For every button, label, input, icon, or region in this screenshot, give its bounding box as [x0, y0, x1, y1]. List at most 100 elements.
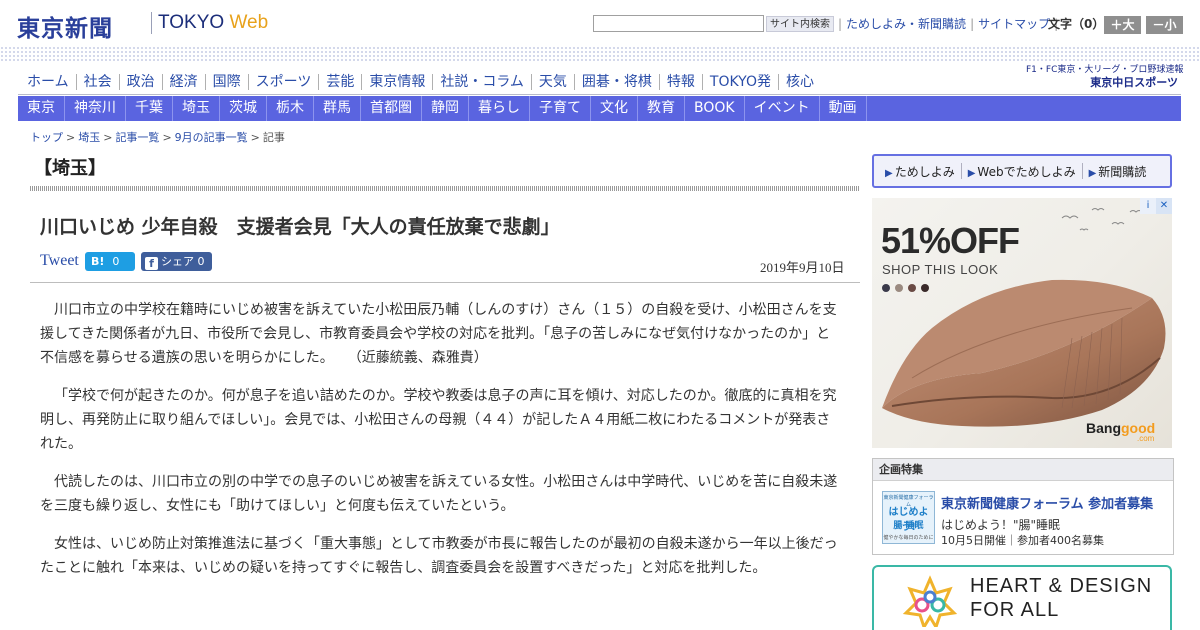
- nav-item-home[interactable]: ホーム: [20, 72, 76, 92]
- logo-web-text: Web: [229, 12, 269, 33]
- play-arrow-icon: ▶: [885, 167, 893, 179]
- breadcrumb-article-list[interactable]: 記事一覧: [115, 131, 159, 144]
- facebook-share-count: 0: [197, 255, 205, 268]
- advertisement-banner[interactable]: 51%OFF SHOP THIS LOOK Banggood .com i ✕: [872, 198, 1172, 448]
- site-search-input[interactable]: [593, 15, 764, 32]
- feature-description: はじめよう！"腸"睡眠: [941, 518, 1061, 532]
- ad-birds-illustration: [1061, 208, 1143, 231]
- flat-cap-image: [882, 279, 1166, 427]
- hatena-icon: B!: [91, 255, 105, 268]
- article-divider: [30, 282, 860, 283]
- region-item-tokyo[interactable]: 東京: [18, 96, 65, 121]
- banner-text-line2: FOR ALL: [970, 599, 1060, 621]
- region-item-chiba[interactable]: 千葉: [126, 96, 173, 121]
- feature-special-box: 企画特集 東京新聞健康フォーラム はじめよう! 腸 睡眠 健やかな毎日のために …: [872, 458, 1174, 555]
- section-hatch-divider: [30, 186, 860, 191]
- nav-item-tokuho[interactable]: 特報: [660, 72, 702, 92]
- tweet-button[interactable]: Tweet: [40, 252, 79, 270]
- nav-item-politics[interactable]: 政治: [120, 72, 162, 92]
- trial-reading-link[interactable]: ▶ ためしよみ: [879, 163, 961, 180]
- region-item-book[interactable]: BOOK: [685, 96, 745, 121]
- article-paragraph: 代読したのは、川口市立の別の中学での息子のいじめ被害を訴えている女性。小松田さん…: [40, 474, 838, 514]
- nav-item-tokyo-info[interactable]: 東京情報: [362, 72, 432, 92]
- nav-item-sports[interactable]: スポーツ: [249, 72, 319, 92]
- feature-title-link[interactable]: 東京新聞健康フォーラム 参加者募集: [941, 493, 1153, 512]
- breadcrumb-current: 記事: [262, 131, 285, 144]
- nav-item-tokyo-hatsu[interactable]: TOKYO発: [703, 72, 778, 92]
- nav-item-go-shogi[interactable]: 囲碁・将棋: [575, 72, 659, 92]
- nav-divider: [18, 94, 1181, 95]
- sports-ad-caption: F1・FC東京・大リーグ・プロ野球速報: [1026, 65, 1184, 75]
- web-trial-reading-link[interactable]: ▶ Webでためしよみ: [962, 163, 1082, 180]
- chunichi-sports-link[interactable]: F1・FC東京・大リーグ・プロ野球速報 東京中日スポーツ: [1026, 64, 1184, 92]
- region-item-shizuoka[interactable]: 静岡: [422, 96, 469, 121]
- site-header: 東京新聞 TOKYO Web サイト内検索 | ためしよみ・新聞購読 | サイトマップ…: [0, 0, 1200, 46]
- section-title: 【埼玉】: [34, 158, 106, 179]
- sports-ad-name: 東京中日スポーツ: [1090, 76, 1178, 89]
- hatena-count: 0: [112, 255, 120, 268]
- subscribe-link[interactable]: ためしよみ・新聞購読: [846, 17, 966, 31]
- ad-headline: 51%OFF: [881, 220, 1020, 261]
- nav-item-kakushin[interactable]: 核心: [779, 72, 821, 92]
- font-larger-button[interactable]: ＋大: [1104, 16, 1141, 34]
- font-smaller-button[interactable]: －小: [1146, 16, 1183, 34]
- tokyo-web-logo[interactable]: TOKYO Web: [158, 12, 268, 34]
- ad-brand-domain: .com: [1137, 434, 1155, 443]
- breadcrumb-month-list[interactable]: 9月の記事一覧: [175, 131, 248, 144]
- region-item-video[interactable]: 動画: [820, 96, 867, 121]
- region-item-kosodate[interactable]: 子育て: [530, 96, 591, 121]
- heart-design-banner[interactable]: HEART & DESIGN FOR ALL: [872, 565, 1172, 630]
- logo-tokyo-text: TOKYO: [158, 12, 225, 33]
- region-item-bunka[interactable]: 文化: [591, 96, 638, 121]
- sitemap-link[interactable]: サイトマップ: [978, 17, 1050, 31]
- nav-item-weather[interactable]: 天気: [532, 72, 574, 92]
- site-search-button[interactable]: サイト内検索: [766, 16, 834, 32]
- nav-item-society[interactable]: 社会: [77, 72, 119, 92]
- facebook-icon: f: [145, 257, 158, 270]
- article-date: 2019年9月10日: [760, 260, 845, 275]
- divider: |: [970, 17, 975, 31]
- region-nav: 東京 神奈川 千葉 埼玉 茨城 栃木 群馬 首都圏 静岡 暮らし 子育て 文化 …: [18, 96, 1181, 121]
- feature-header: 企画特集: [873, 459, 1173, 481]
- article-body: 川口市立の中学校在籍時にいじめ被害を訴えていた小松田辰乃輔（しんのすけ）さん（１…: [40, 298, 842, 594]
- breadcrumb: トップ > 埼玉 > 記事一覧 >9月の記事一覧 > 記事: [30, 131, 285, 144]
- hatena-bookmark-button[interactable]: B! 0: [85, 252, 135, 271]
- feature-details: 10月5日開催｜参加者400名募集: [941, 534, 1104, 547]
- facebook-share-button[interactable]: f シェア 0: [141, 252, 212, 271]
- article-paragraph: 川口市立の中学校在籍時にいじめ被害を訴えていた小松田辰乃輔（しんのすけ）さん（１…: [40, 302, 837, 366]
- play-arrow-icon: ▶: [1088, 167, 1097, 179]
- play-arrow-icon: ▶: [967, 167, 976, 179]
- nav-item-editorial[interactable]: 社説・コラム: [433, 72, 531, 92]
- article-paragraph: 「学校で何が起きたのか。何が息子を追い詰めたのか。学校や教委は息子の声に耳を傾け…: [40, 388, 837, 452]
- feature-thumbnail[interactable]: 東京新聞健康フォーラム はじめよう! 腸 睡眠 健やかな毎日のために: [882, 491, 935, 544]
- header-dotted-band: [0, 46, 1200, 62]
- region-item-ibaraki[interactable]: 茨城: [220, 96, 267, 121]
- font-size-label: 文字（0）: [1048, 17, 1105, 31]
- site-logo[interactable]: 東京新聞: [17, 9, 113, 43]
- breadcrumb-saitama[interactable]: 埼玉: [78, 131, 100, 144]
- utility-links: | ためしよみ・新聞購読 | サイトマップ |: [834, 16, 1062, 32]
- region-item-shutoken[interactable]: 首都圏: [361, 96, 422, 121]
- facebook-share-label: シェア: [161, 255, 194, 268]
- region-item-kanagawa[interactable]: 神奈川: [65, 96, 126, 121]
- divider: |: [838, 17, 843, 31]
- article-title: 川口いじめ 少年自殺 支援者会見「大人の責任放棄で悲劇」: [40, 216, 560, 238]
- subscribe-box: ▶ ためしよみ ▶ Webでためしよみ ▶ 新聞購読: [872, 154, 1172, 188]
- region-item-event[interactable]: イベント: [745, 96, 820, 121]
- region-item-tochigi[interactable]: 栃木: [267, 96, 314, 121]
- region-item-kyoiku[interactable]: 教育: [638, 96, 685, 121]
- ad-close-icon[interactable]: ✕: [1156, 198, 1172, 214]
- nav-item-economy[interactable]: 経済: [163, 72, 205, 92]
- logo-divider: [151, 12, 152, 34]
- nav-item-entertainment[interactable]: 芸能: [319, 72, 361, 92]
- region-item-kurashi[interactable]: 暮らし: [469, 96, 530, 121]
- region-item-saitama[interactable]: 埼玉: [173, 96, 220, 121]
- newspaper-subscribe-link[interactable]: ▶ 新聞購読: [1083, 163, 1153, 180]
- region-item-gunma[interactable]: 群馬: [314, 96, 361, 121]
- heart-design-logo-icon: [902, 575, 958, 627]
- nav-item-international[interactable]: 国際: [206, 72, 248, 92]
- breadcrumb-top[interactable]: トップ: [30, 131, 63, 144]
- banner-text-line1: HEART & DESIGN: [970, 575, 1153, 597]
- ad-info-icon[interactable]: i: [1140, 198, 1156, 214]
- main-nav: ホーム 社会 政治 経済 国際 スポーツ 芸能 東京情報 社説・コラム 天気 囲…: [20, 71, 821, 93]
